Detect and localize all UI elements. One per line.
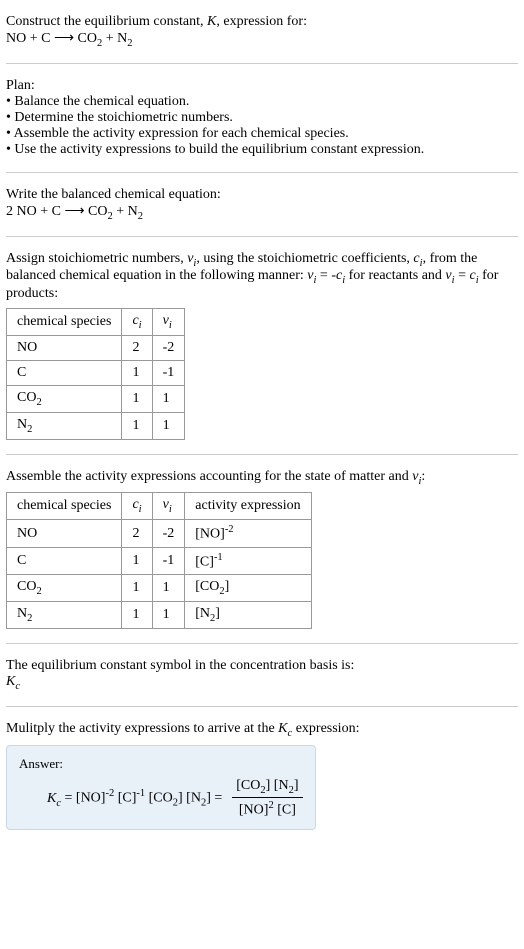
title-equation: NO + C ⟶ CO2 + N2 bbox=[6, 30, 518, 49]
plan-item: Assemble the activity expression for eac… bbox=[6, 126, 518, 142]
table-cell: [N2] bbox=[185, 602, 311, 629]
divider bbox=[6, 454, 518, 455]
table-cell: 2 bbox=[122, 335, 152, 360]
table-row: NO 2 -2 bbox=[7, 335, 185, 360]
divider bbox=[6, 236, 518, 237]
table-cell: N2 bbox=[7, 602, 122, 629]
table-row: C 1 -1 [C]-1 bbox=[7, 547, 312, 575]
table-cell: C bbox=[7, 360, 122, 385]
plan-item: Use the activity expressions to build th… bbox=[6, 142, 518, 158]
table-cell: 2 bbox=[122, 520, 152, 548]
table-header: ci bbox=[122, 493, 152, 520]
assemble-section: Assemble the activity expressions accoun… bbox=[6, 463, 518, 636]
title-section: Construct the equilibrium constant, K, e… bbox=[6, 8, 518, 55]
table-cell: [C]-1 bbox=[185, 547, 311, 575]
table-cell: N2 bbox=[7, 412, 122, 439]
answer-box: Answer: Kc = [NO]-2 [C]-1 [CO2] [N2] = [… bbox=[6, 745, 316, 830]
assign-section: Assign stoichiometric numbers, νi, using… bbox=[6, 245, 518, 446]
activity-table: chemical species ci νi activity expressi… bbox=[6, 492, 312, 629]
table-cell: 1 bbox=[122, 385, 152, 412]
table-cell: -1 bbox=[152, 547, 185, 575]
table-cell: 1 bbox=[122, 602, 152, 629]
balanced-equation: 2 NO + C ⟶ CO2 + N2 bbox=[6, 203, 518, 222]
plan-section: Plan: Balance the chemical equation. Det… bbox=[6, 72, 518, 164]
assign-text: Assign stoichiometric numbers, νi, using… bbox=[6, 251, 518, 303]
balanced-section: Write the balanced chemical equation: 2 … bbox=[6, 181, 518, 228]
table-header: νi bbox=[152, 309, 185, 336]
table-header: ci bbox=[122, 309, 152, 336]
table-header: chemical species bbox=[7, 493, 122, 520]
table-cell: [CO2] bbox=[185, 575, 311, 602]
balanced-header: Write the balanced chemical equation: bbox=[6, 187, 518, 203]
table-cell: [NO]-2 bbox=[185, 520, 311, 548]
table-cell: 1 bbox=[152, 575, 185, 602]
answer-label: Answer: bbox=[19, 756, 303, 772]
table-cell: 1 bbox=[122, 547, 152, 575]
table-row: NO 2 -2 [NO]-2 bbox=[7, 520, 312, 548]
table-cell: 1 bbox=[122, 575, 152, 602]
multiply-text: Mulitply the activity expressions to arr… bbox=[6, 721, 518, 739]
title-text: Construct the equilibrium constant, K, e… bbox=[6, 14, 518, 30]
table-cell: 1 bbox=[152, 602, 185, 629]
answer-lhs: Kc = [NO]-2 [C]-1 [CO2] [N2] = bbox=[47, 788, 222, 808]
assemble-text: Assemble the activity expressions accoun… bbox=[6, 469, 518, 487]
plan-header: Plan: bbox=[6, 78, 518, 94]
table-cell: NO bbox=[7, 520, 122, 548]
divider bbox=[6, 63, 518, 64]
table-cell: 1 bbox=[152, 385, 185, 412]
table-header: activity expression bbox=[185, 493, 311, 520]
fraction-denominator: [NO]2 [C] bbox=[235, 798, 300, 819]
table-row: CO2 1 1 [CO2] bbox=[7, 575, 312, 602]
table-cell: CO2 bbox=[7, 575, 122, 602]
table-cell: C bbox=[7, 547, 122, 575]
plan-item: Balance the chemical equation. bbox=[6, 94, 518, 110]
table-header-row: chemical species ci νi activity expressi… bbox=[7, 493, 312, 520]
table-row: C 1 -1 bbox=[7, 360, 185, 385]
symbol-text: The equilibrium constant symbol in the c… bbox=[6, 658, 518, 674]
divider bbox=[6, 706, 518, 707]
table-cell: 1 bbox=[122, 360, 152, 385]
plan-item: Determine the stoichiometric numbers. bbox=[6, 110, 518, 126]
table-header-row: chemical species ci νi bbox=[7, 309, 185, 336]
plan-list: Balance the chemical equation. Determine… bbox=[6, 94, 518, 158]
table-row: CO2 1 1 bbox=[7, 385, 185, 412]
table-cell: -1 bbox=[152, 360, 185, 385]
answer-expression: Kc = [NO]-2 [C]-1 [CO2] [N2] = [CO2] [N2… bbox=[19, 778, 303, 819]
table-cell: 1 bbox=[152, 412, 185, 439]
table-cell: CO2 bbox=[7, 385, 122, 412]
divider bbox=[6, 172, 518, 173]
table-row: N2 1 1 bbox=[7, 412, 185, 439]
table-header: chemical species bbox=[7, 309, 122, 336]
symbol-value: Kc bbox=[6, 674, 518, 692]
table-cell: -2 bbox=[152, 520, 185, 548]
stoichiometric-table: chemical species ci νi NO 2 -2 C 1 -1 CO… bbox=[6, 308, 185, 439]
multiply-section: Mulitply the activity expressions to arr… bbox=[6, 715, 518, 836]
answer-fraction: [CO2] [N2] [NO]2 [C] bbox=[232, 778, 302, 819]
table-cell: -2 bbox=[152, 335, 185, 360]
symbol-section: The equilibrium constant symbol in the c… bbox=[6, 652, 518, 698]
fraction-numerator: [CO2] [N2] bbox=[232, 778, 302, 799]
table-row: N2 1 1 [N2] bbox=[7, 602, 312, 629]
divider bbox=[6, 643, 518, 644]
table-header: νi bbox=[152, 493, 185, 520]
table-cell: NO bbox=[7, 335, 122, 360]
table-cell: 1 bbox=[122, 412, 152, 439]
